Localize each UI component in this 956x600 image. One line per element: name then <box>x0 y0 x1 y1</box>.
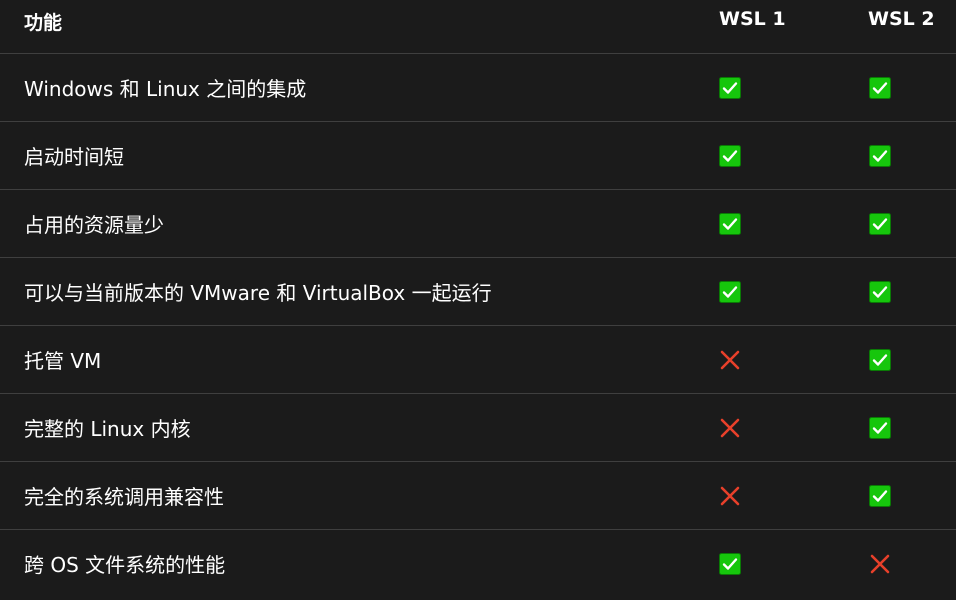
wsl1-check-icon <box>719 144 741 167</box>
feature-label: 完整的 Linux 内核 <box>24 417 191 441</box>
table-row: 占用的资源量少 <box>0 189 956 257</box>
wsl1-check-icon <box>719 212 741 235</box>
table-row: 启动时间短 <box>0 121 956 189</box>
feature-label: Windows 和 Linux 之间的集成 <box>24 77 307 101</box>
table-row: 托管 VM <box>0 325 956 393</box>
wsl2-check-icon <box>869 212 891 235</box>
wsl1-check-icon <box>719 76 741 99</box>
feature-label: 完全的系统调用兼容性 <box>24 485 224 509</box>
table-row: 跨 OS 文件系统的性能 <box>0 529 956 597</box>
feature-label: 跨 OS 文件系统的性能 <box>24 553 226 577</box>
feature-label: 可以与当前版本的 VMware 和 VirtualBox 一起运行 <box>24 281 492 305</box>
wsl1-cross-icon <box>719 349 741 371</box>
wsl2-check-icon <box>869 76 891 99</box>
wsl1-cross-icon <box>719 417 741 439</box>
feature-label: 占用的资源量少 <box>24 213 164 237</box>
wsl2-check-icon <box>869 144 891 167</box>
header-wsl2: WSL 2 <box>868 8 935 30</box>
feature-label: 托管 VM <box>24 349 102 373</box>
table-row: 完全的系统调用兼容性 <box>0 461 956 529</box>
table-row: 完整的 Linux 内核 <box>0 393 956 461</box>
wsl2-check-icon <box>869 416 891 439</box>
wsl1-cross-icon <box>719 485 741 507</box>
comparison-table: 功能 WSL 1 WSL 2 Windows 和 Linux 之间的集成 启动时… <box>0 0 956 597</box>
wsl2-check-icon <box>869 484 891 507</box>
wsl1-check-icon <box>719 280 741 303</box>
wsl1-check-icon <box>719 552 741 575</box>
feature-label: 启动时间短 <box>24 145 124 169</box>
wsl2-cross-icon <box>869 553 891 575</box>
wsl2-check-icon <box>869 280 891 303</box>
table-header: 功能 WSL 1 WSL 2 <box>0 0 956 53</box>
header-feature: 功能 <box>24 12 63 34</box>
table-row: Windows 和 Linux 之间的集成 <box>0 53 956 121</box>
header-wsl1: WSL 1 <box>719 8 786 30</box>
wsl2-check-icon <box>869 348 891 371</box>
table-row: 可以与当前版本的 VMware 和 VirtualBox 一起运行 <box>0 257 956 325</box>
